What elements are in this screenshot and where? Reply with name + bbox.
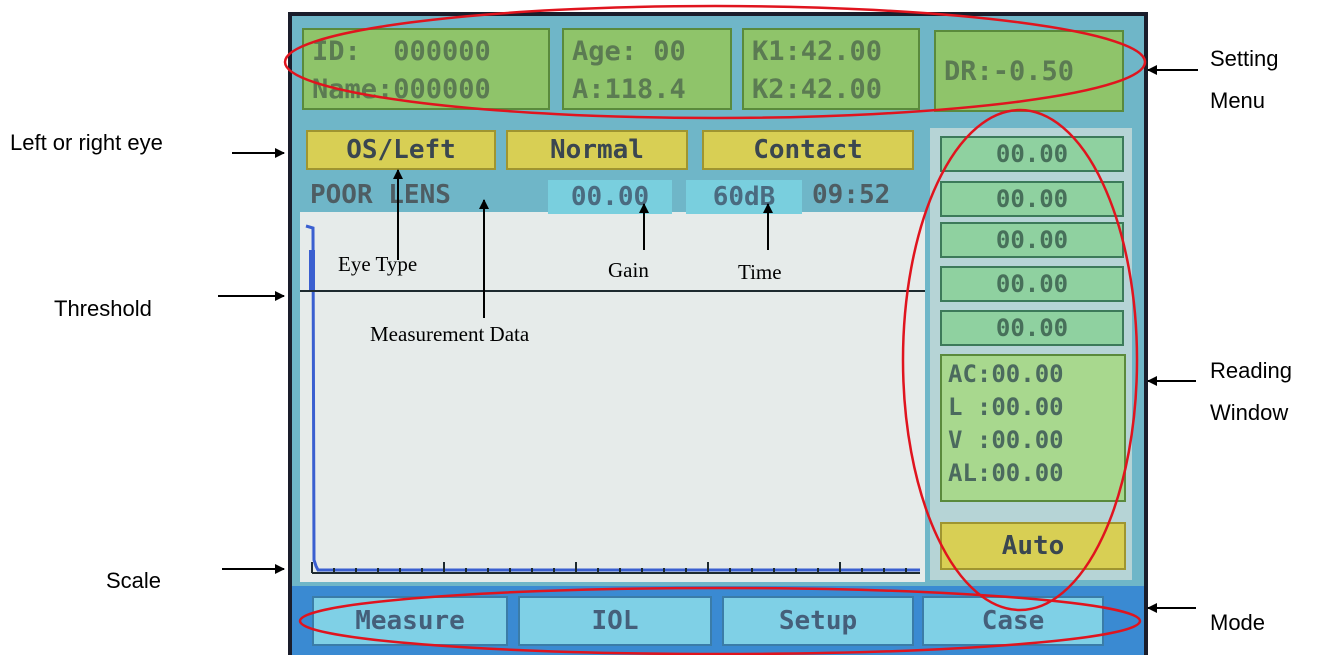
waveform-spike [309,250,315,290]
mode-label: Mode [1210,610,1266,635]
reading-label-line2: Window [1210,400,1289,425]
mode-bar-highlight [298,586,1142,655]
left-right-eye-label: Left or right eye [10,130,163,155]
eye-type-label: Eye Type [338,252,418,276]
reading-label-line1: Reading [1210,358,1292,383]
setting-label-line1: Setting [1210,46,1279,71]
measurement-data-label: Measurement Data [370,322,530,346]
time-label: Time [738,260,782,284]
reading-window-highlight [901,108,1139,612]
annotation-overlay [218,4,1198,655]
threshold-label: Threshold [54,296,152,321]
gain-label: Gain [608,258,649,282]
setting-menu-highlight [283,4,1147,120]
scale-label: Scale [106,568,162,593]
setting-label-line2: Menu [1210,88,1266,113]
